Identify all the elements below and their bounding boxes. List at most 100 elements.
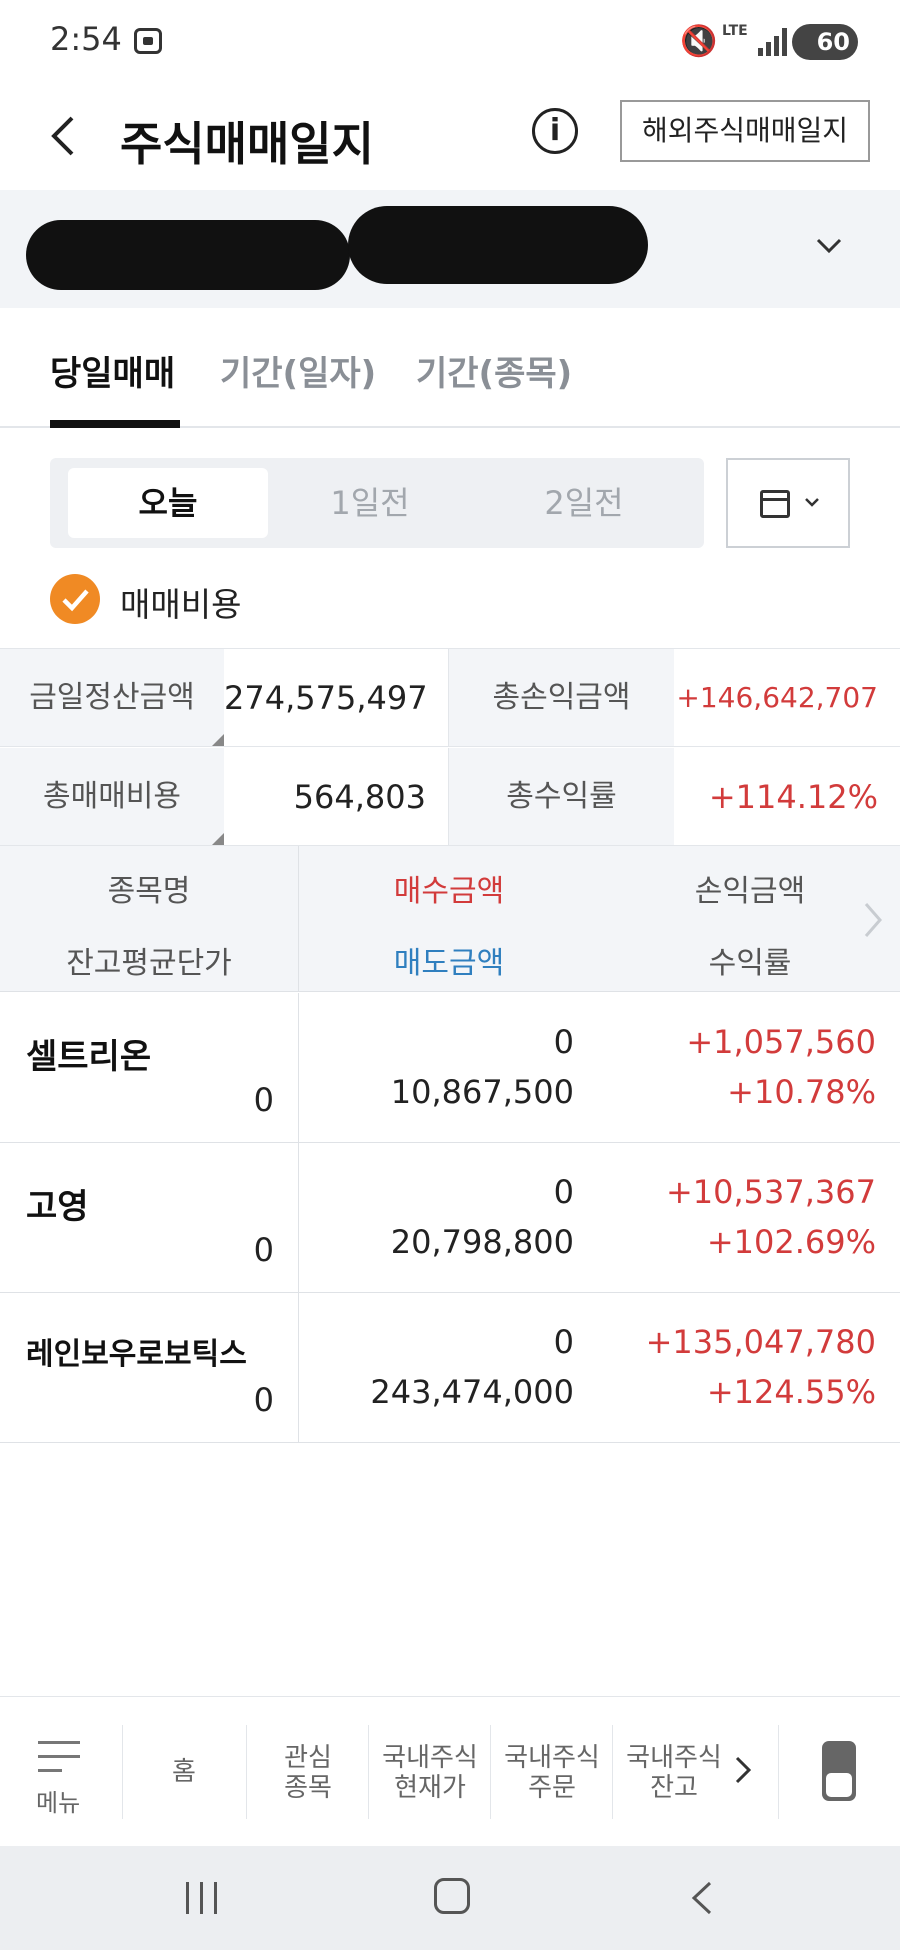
nav-watchlist[interactable]: 관심 종목 [248,1743,368,1803]
header-return-rate: 수익률 [708,946,792,981]
mute-icon: 🔇 [680,24,718,59]
total-return-rate-label: 총수익률 [448,748,674,846]
calendar-icon [760,490,790,518]
table-row[interactable]: 레인보우로보틱스 0 0 243,474,000 +135,047,780 +1… [0,1293,900,1443]
sell-amount: 243,474,000 [370,1373,574,1411]
stock-name: 레인보우로보틱스 [26,1337,247,1372]
account-selector[interactable] [0,190,900,308]
status-bar: 2:54 🔇 LTE 60 [0,0,900,84]
return-rate: +10.78% [727,1073,876,1111]
active-tab-indicator [50,420,180,428]
settlement-amount-label: 금일정산금액 [0,649,224,747]
avg-price: 0 [253,1381,274,1419]
calendar-button[interactable] [726,458,850,548]
corner-marker [212,734,224,746]
return-rate: +102.69% [706,1223,876,1261]
stock-name: 셀트리온 [26,1037,152,1077]
nav-domestic-order-line1: 국내주식 [504,1743,600,1773]
return-rate: +124.55% [706,1373,876,1411]
nav-home[interactable]: 홈 [124,1757,244,1787]
buy-amount: 0 [553,1323,574,1361]
day-option-1-day-ago[interactable]: 1일전 [270,468,470,538]
pl-amount: +1,057,560 [686,1023,876,1061]
chevron-right-icon[interactable] [862,900,884,940]
tab-period-date[interactable]: 기간(일자) [220,346,376,395]
chevron-down-icon [805,498,819,507]
redacted-account-info [26,220,350,290]
menu-label[interactable]: 메뉴 [36,1783,80,1818]
table-header: 종목명 잔고평균단가 매수금액 매도금액 손익금액 수익률 [0,846,900,992]
table-row[interactable]: 고영 0 0 20,798,800 +10,537,367 +102.69% [0,1143,900,1293]
total-fee-label: 총매매비용 [0,748,224,846]
nav-domestic-balance-line2: 잔고 [650,1773,698,1803]
corner-marker [212,833,224,845]
check-icon [62,589,89,612]
recent-apps-icon[interactable] [186,1882,220,1914]
settlement-amount-value: 274,575,497 [224,649,448,747]
header-pl-amount: 손익금액 [694,874,806,909]
network-type-label: LTE [722,23,748,39]
nav-domestic-price-line2: 현재가 [394,1773,466,1803]
nav-separator [246,1725,247,1819]
signal-icon [758,26,788,56]
nav-watchlist-line2: 종목 [284,1773,332,1803]
bottom-navigation: 메뉴 홈 관심 종목 국내주식 현재가 국내주식 주문 국내주식 잔고 [0,1696,900,1846]
fee-checkbox-label[interactable]: 매매비용 [120,578,241,626]
column-divider [298,1143,299,1293]
buy-amount: 0 [553,1023,574,1061]
settlement-amount-label-text: 금일정산금액 [29,680,195,715]
tab-today-trades[interactable]: 당일매매 [50,346,175,395]
avg-price: 0 [253,1081,274,1119]
total-return-rate-value: +114.12% [674,748,900,846]
nav-separator [778,1725,779,1819]
system-navigation-bar [0,1846,900,1950]
total-pl-label: 총손익금액 [448,649,674,747]
nav-domestic-price[interactable]: 국내주식 현재가 [370,1743,490,1803]
overseas-trading-journal-button[interactable]: 해외주식매매일지 [620,100,870,162]
nav-domestic-order-line2: 주문 [528,1773,576,1803]
nav-watchlist-line1: 관심 [284,1743,332,1773]
back-icon[interactable] [48,114,78,158]
nav-separator [368,1725,369,1819]
day-option-today[interactable]: 오늘 [68,468,268,538]
sell-amount: 10,867,500 [390,1073,574,1111]
phone-icon[interactable] [822,1741,856,1801]
nav-separator [612,1725,613,1819]
header-avg-price: 잔고평균단가 [66,946,232,981]
tab-period-stock[interactable]: 기간(종목) [416,346,572,395]
column-divider [298,1293,299,1443]
total-fee-value: 564,803 [224,748,448,846]
fee-checkbox[interactable] [50,574,100,624]
header-buy-amount: 매수금액 [393,874,505,909]
total-pl-value: +146,642,707 [674,649,900,747]
pl-amount: +10,537,367 [665,1173,876,1211]
stock-name: 고영 [26,1187,89,1227]
avg-price: 0 [253,1231,274,1269]
redacted-account-info [348,206,648,284]
sell-amount: 20,798,800 [390,1223,574,1261]
summary-table: 금일정산금액 274,575,497 총손익금액 +146,642,707 총매… [0,648,900,846]
chevron-right-icon[interactable] [734,1755,752,1785]
nav-domestic-balance[interactable]: 국내주식 잔고 [614,1743,734,1803]
screenshot-icon [134,28,162,54]
day-option-2-days-ago[interactable]: 2일전 [484,468,684,538]
info-icon[interactable]: i [532,108,578,154]
app-header: 주식매매일지 i 해외주식매매일지 [0,84,900,190]
home-icon[interactable] [434,1878,470,1914]
chevron-down-icon[interactable] [814,230,844,260]
page-title: 주식매매일지 [120,117,374,171]
menu-icon[interactable] [38,1741,80,1773]
battery-indicator: 60 [792,24,858,60]
total-fee-label-text: 총매매비용 [43,779,181,814]
nav-domestic-order[interactable]: 국내주식 주문 [492,1743,612,1803]
back-icon[interactable] [690,1880,714,1916]
nav-separator [122,1725,123,1819]
header-stock-name: 종목명 [107,874,191,909]
table-row[interactable]: 셀트리온 0 0 10,867,500 +1,057,560 +10.78% [0,993,900,1143]
column-divider [298,993,299,1143]
buy-amount: 0 [553,1173,574,1211]
header-sell-amount: 매도금액 [393,946,505,981]
nav-domestic-balance-line1: 국내주식 [626,1743,722,1773]
nav-domestic-price-line1: 국내주식 [382,1743,478,1773]
day-selector: 오늘 1일전 2일전 [50,458,704,548]
